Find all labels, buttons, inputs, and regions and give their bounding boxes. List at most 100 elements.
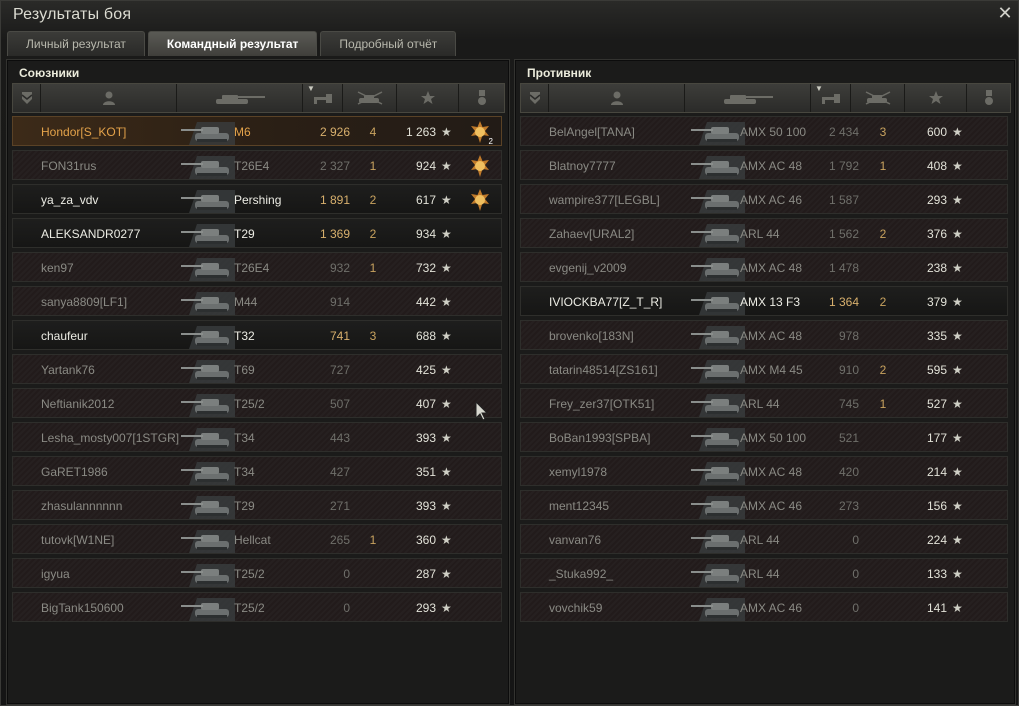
player-row[interactable]: wampire377[LEGBL] AMX AC 46 1 587 293 ★	[520, 184, 1008, 214]
xp-value: 617	[415, 193, 436, 207]
player-row[interactable]: vanvan76 ARL 44 0 224 ★	[520, 524, 1008, 554]
xp-value: 924	[415, 159, 436, 173]
player-row[interactable]: BelAngel[TANA] AMX 50 100 2 434 3 600 ★	[520, 116, 1008, 146]
player-name: IVIOCKBA77[Z_T_R]	[549, 295, 663, 309]
player-row[interactable]: Hondor[S_KOT] M6 2 926 4 1 263 ★ 2	[12, 116, 502, 146]
player-row[interactable]: evgenij_v2009 AMX AC 48 1 478 238 ★	[520, 252, 1008, 282]
player-row[interactable]: GaRET1986 T34 427 351 ★	[12, 456, 502, 486]
medal-column-header[interactable]	[459, 84, 504, 112]
xp-value: 214	[926, 465, 947, 479]
enemies-list: BelAngel[TANA] AMX 50 100 2 434 3 600 ★ Blatno…	[520, 116, 1008, 626]
player-row[interactable]: Zahaev[URAL2] ARL 44 1 562 2 376 ★	[520, 218, 1008, 248]
tank-icon	[179, 186, 235, 213]
xp-column-header[interactable]	[397, 84, 459, 112]
player-row[interactable]: Blatnoy7777 AMX AC 48 1 792 1 408 ★	[520, 150, 1008, 180]
player-column-header[interactable]	[41, 84, 177, 112]
tank-icon	[689, 492, 745, 519]
xp-column-header[interactable]	[905, 84, 967, 112]
tank-name: AMX 50 100	[740, 431, 807, 445]
player-row[interactable]: Yartank76 T69 727 425 ★	[12, 354, 502, 384]
damage-value: 1 792	[828, 159, 859, 173]
close-button[interactable]: ✕	[996, 4, 1014, 22]
tank-icon	[689, 458, 745, 485]
damage-column-header[interactable]: ▼	[811, 84, 851, 112]
damage-value: 741	[329, 329, 350, 343]
player-row[interactable]: ment12345 AMX AC 46 273 156 ★	[520, 490, 1008, 520]
tab-team-result[interactable]: Командный результат	[147, 31, 318, 56]
player-row[interactable]: chaufeur T32 741 3 688 ★	[12, 320, 502, 350]
xp-star-icon: ★	[441, 499, 452, 513]
tank-icon	[179, 492, 235, 519]
medal-icon[interactable]	[469, 189, 491, 211]
player-row[interactable]: zhasulannnnnn T29 271 393 ★	[12, 490, 502, 520]
medal-column-header[interactable]	[967, 84, 1010, 112]
tank-column-header[interactable]	[685, 84, 811, 112]
player-row[interactable]: IVIOCKBA77[Z_T_R] AMX 13 F3 1 364 2 379 ★	[520, 286, 1008, 316]
tank-column-header[interactable]	[177, 84, 303, 112]
player-row[interactable]: BigTank150600 T25/2 0 293 ★	[12, 592, 502, 622]
player-row[interactable]: ya_za_vdv Pershing 1 891 2 617 ★	[12, 184, 502, 214]
enemies-title: Противник	[527, 66, 592, 80]
player-row[interactable]: ken97 T26E4 932 1 732 ★	[12, 252, 502, 282]
xp-value: 287	[415, 567, 436, 581]
tab-personal-result[interactable]: Личный результат	[7, 31, 145, 56]
xp-star-icon: ★	[441, 533, 452, 547]
tank-name: T25/2	[234, 567, 265, 581]
xp-value: 1 263	[405, 125, 436, 139]
player-row[interactable]: tatarin48514[ZS161] AMX M4 45 910 2 595 ★	[520, 354, 1008, 384]
player-row[interactable]: xemyl1978 AMX AC 48 420 214 ★	[520, 456, 1008, 486]
player-row[interactable]: ALEKSANDR0277 T29 1 369 2 934 ★	[12, 218, 502, 248]
kills-column-header[interactable]	[343, 84, 397, 112]
kills-column-header[interactable]	[851, 84, 905, 112]
player-name: GaRET1986	[41, 465, 108, 479]
player-row[interactable]: Neftianik2012 T25/2 507 407 ★	[12, 388, 502, 418]
tank-icon	[689, 220, 745, 247]
damage-value: 1 478	[828, 261, 859, 275]
medal-icon[interactable]	[469, 155, 491, 177]
tank-name: AMX AC 48	[740, 329, 803, 343]
xp-star-icon: ★	[952, 193, 963, 207]
rank-column-header[interactable]	[521, 84, 549, 112]
tank-icon	[179, 356, 235, 383]
damage-column-header[interactable]: ▼	[303, 84, 343, 112]
player-name: tutovk[W1NE]	[41, 533, 115, 547]
xp-value: 156	[926, 499, 947, 513]
allies-list: Hondor[S_KOT] M6 2 926 4 1 263 ★ 2 FON31rus T26E…	[12, 116, 502, 626]
xp-value: 408	[926, 159, 947, 173]
player-row[interactable]: vovchik59 AMX AC 46 0 141 ★	[520, 592, 1008, 622]
tank-name: AMX AC 48	[740, 261, 803, 275]
medal-icon[interactable]: 2	[469, 121, 493, 146]
xp-star-icon: ★	[952, 295, 963, 309]
player-row[interactable]: _Stuka992_ ARL 44 0 133 ★	[520, 558, 1008, 588]
sort-indicator: ▼	[815, 84, 823, 93]
medal-icon	[477, 90, 486, 105]
player-row[interactable]: tutovk[W1NE] Hellcat 265 1 360 ★	[12, 524, 502, 554]
player-row[interactable]: brovenko[183N] AMX AC 48 978 335 ★	[520, 320, 1008, 350]
tank-name: T26E4	[234, 261, 270, 275]
xp-star-icon: ★	[441, 125, 452, 139]
xp-star-icon: ★	[952, 465, 963, 479]
player-row[interactable]: Frey_zer37[OTK51] ARL 44 745 1 527 ★	[520, 388, 1008, 418]
rank-icon	[21, 92, 32, 104]
tank-name: ARL 44	[740, 227, 780, 241]
player-column-header[interactable]	[549, 84, 685, 112]
tank-name: M6	[234, 125, 251, 139]
xp-star-icon: ★	[441, 159, 452, 173]
damage-value: 1 562	[828, 227, 859, 241]
damage-value: 745	[838, 397, 859, 411]
tank-icon	[215, 95, 265, 104]
player-name: evgenij_v2009	[549, 261, 627, 275]
tab-detailed-report[interactable]: Подробный отчёт	[320, 31, 457, 56]
player-name: brovenko[183N]	[549, 329, 634, 343]
tank-icon	[179, 322, 235, 349]
player-row[interactable]: Lesha_mosty007[1STGR] T34 443 393 ★	[12, 422, 502, 452]
xp-star-icon: ★	[441, 227, 452, 241]
rank-column-header[interactable]	[13, 84, 41, 112]
tab-bar: Личный результат Командный результат Под…	[7, 31, 457, 56]
player-row[interactable]: igyua T25/2 0 287 ★	[12, 558, 502, 588]
player-row[interactable]: sanya8809[LF1] M44 914 442 ★	[12, 286, 502, 316]
player-row[interactable]: FON31rus T26E4 2 327 1 924 ★	[12, 150, 502, 180]
player-row[interactable]: BoBan1993[SPBA] AMX 50 100 521 177 ★	[520, 422, 1008, 452]
xp-value: 600	[926, 125, 947, 139]
player-name: Blatnoy7777	[549, 159, 616, 173]
